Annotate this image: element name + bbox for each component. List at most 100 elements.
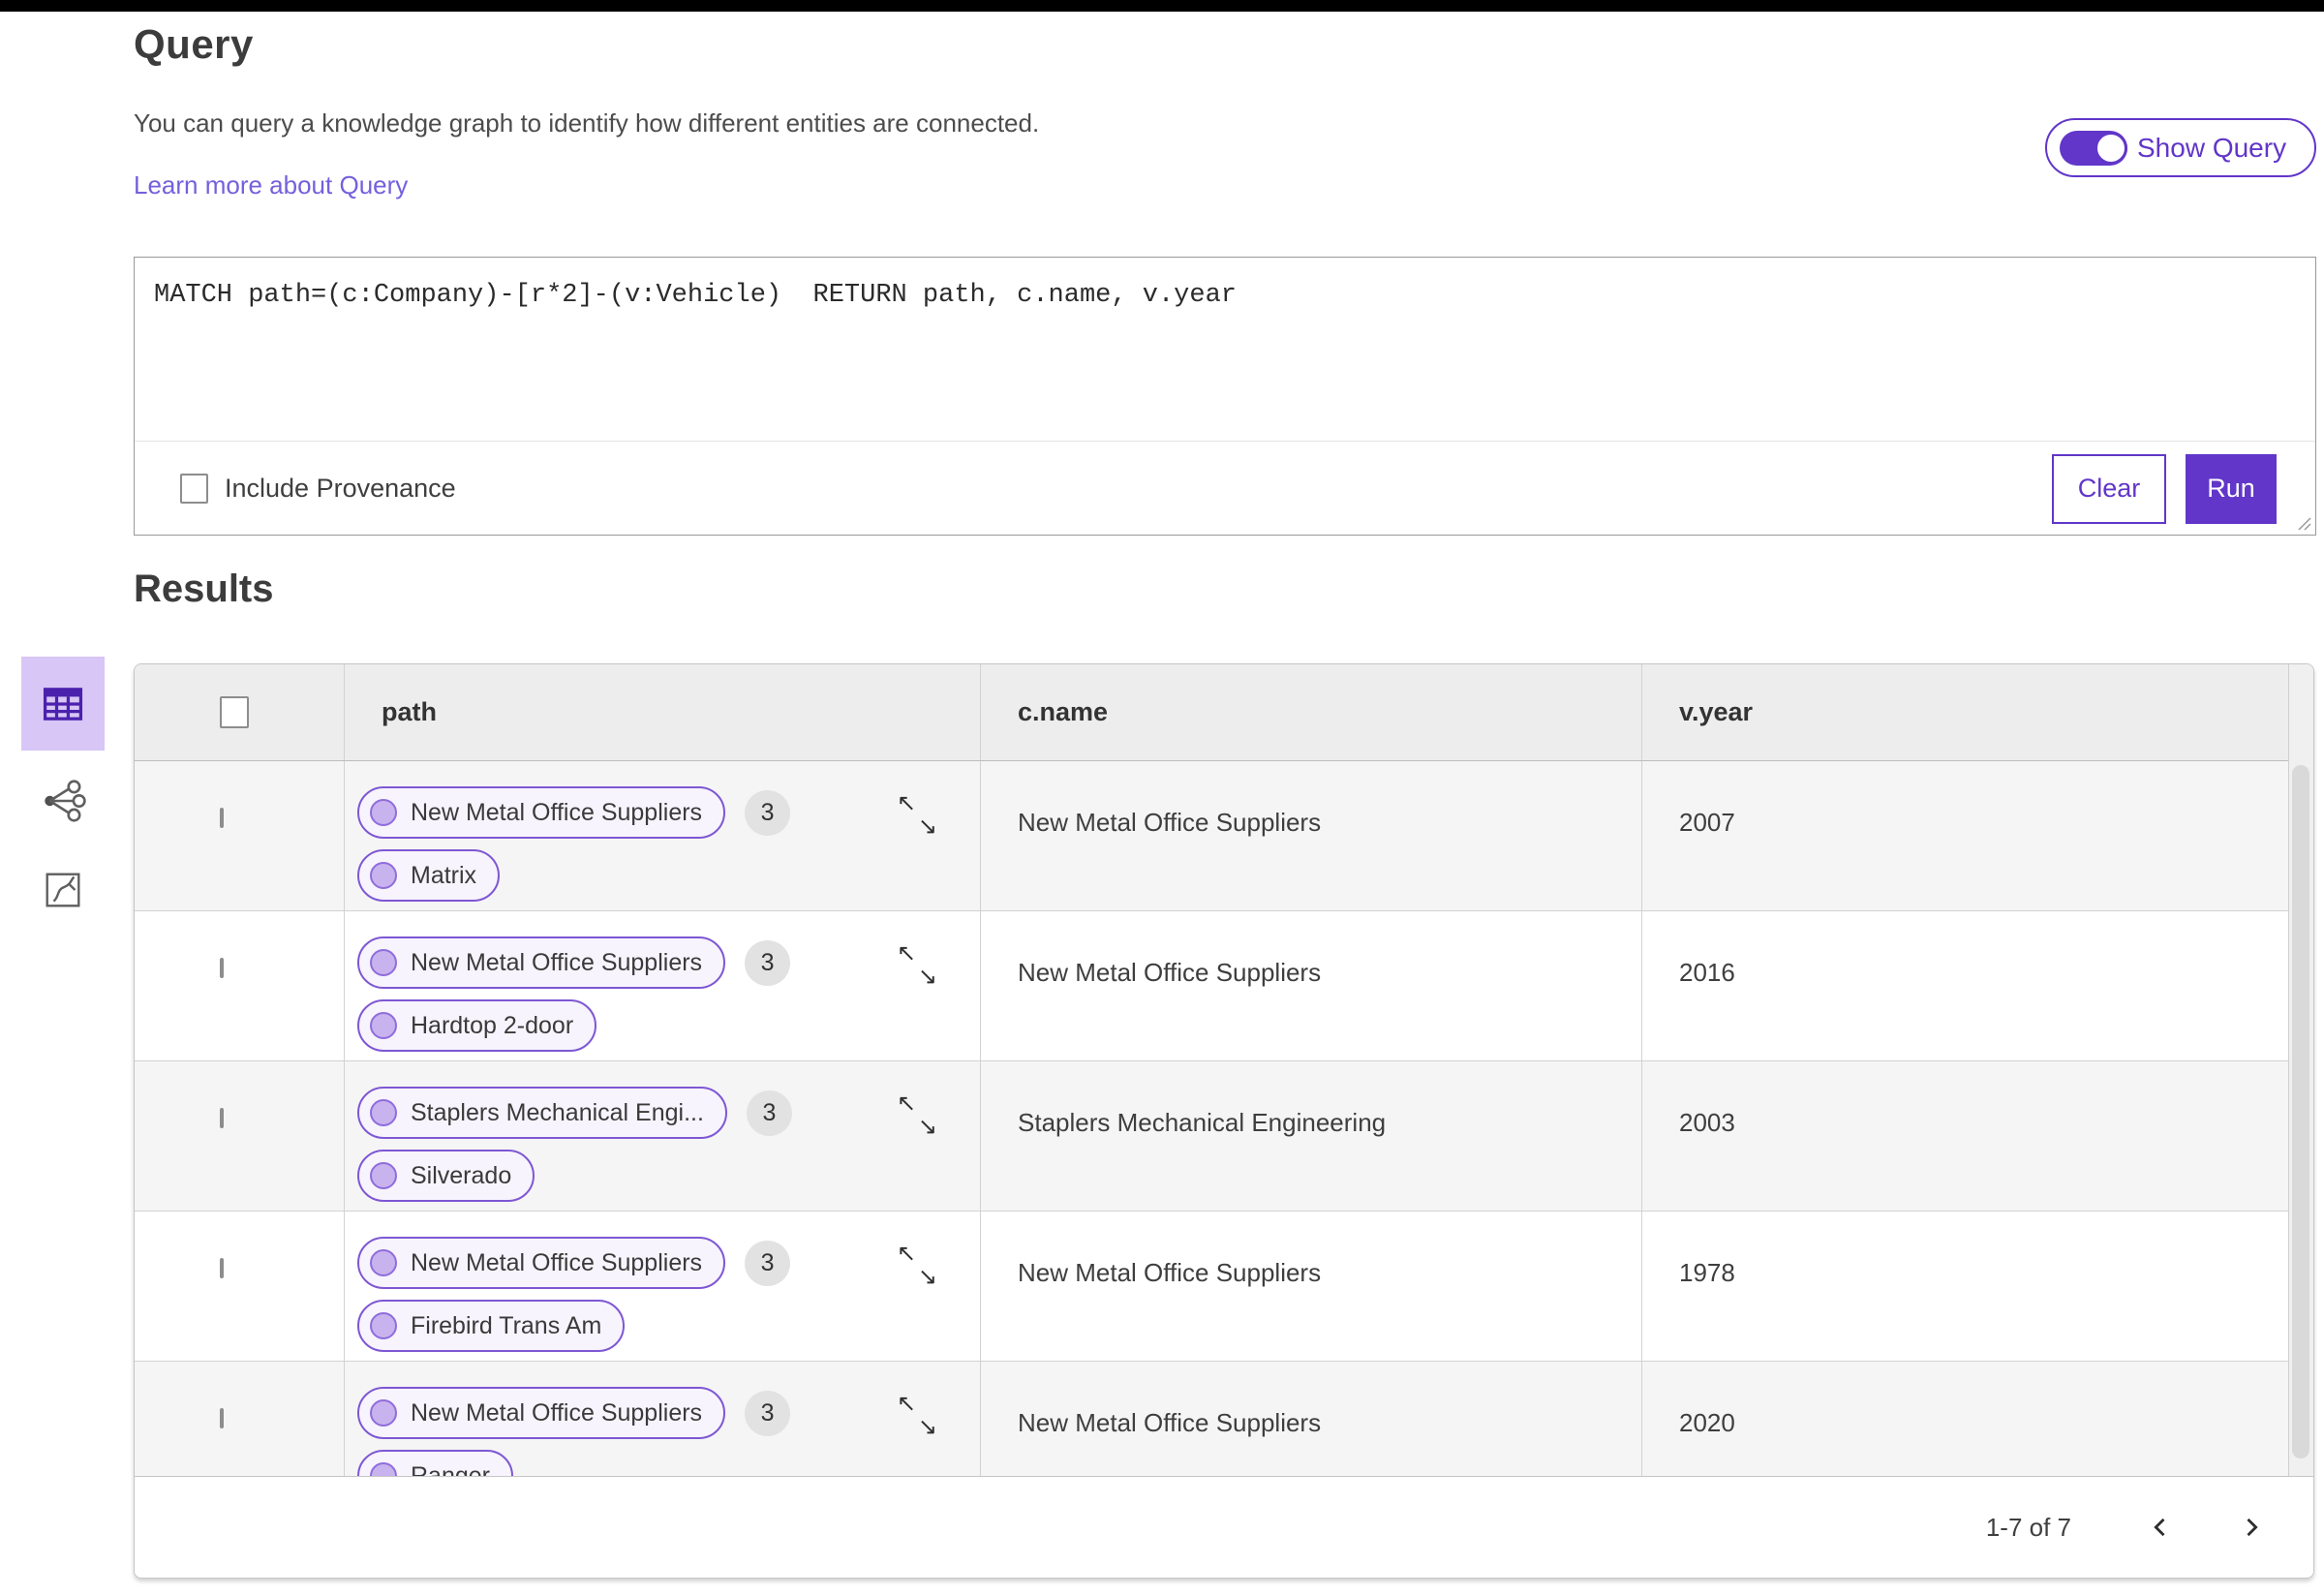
c-name-cell: New Metal Office Suppliers bbox=[981, 1212, 1642, 1361]
row-checkbox[interactable] bbox=[220, 958, 224, 978]
v-year-cell: 2007 bbox=[1679, 808, 1735, 837]
window-top-bar bbox=[0, 0, 2324, 12]
v-year-cell: 2020 bbox=[1679, 1408, 1735, 1437]
column-header-v-year: v.year bbox=[1679, 697, 1754, 726]
expand-path-icon[interactable]: ↖ ↘ bbox=[897, 1092, 939, 1141]
next-page-button[interactable] bbox=[2238, 1514, 2265, 1541]
expand-path-icon[interactable]: ↖ ↘ bbox=[897, 942, 939, 991]
row-select-cell bbox=[135, 1061, 345, 1211]
table-body: New Metal Office Suppliers 3 Matrix ↖ ↘ New M… bbox=[135, 761, 2313, 1478]
pagination-range: 1-7 of 7 bbox=[1985, 1512, 2071, 1542]
query-textarea[interactable]: MATCH path=(c:Company)-[r*2]-(v:Vehicle)… bbox=[135, 258, 2315, 442]
table-view-button[interactable] bbox=[21, 657, 105, 751]
node-pill-label: New Metal Office Suppliers bbox=[411, 798, 703, 826]
node-pill[interactable]: Firebird Trans Am bbox=[357, 1300, 626, 1352]
node-pill[interactable]: Staplers Mechanical Engi... bbox=[357, 1087, 727, 1139]
row-select-cell bbox=[135, 1212, 345, 1361]
show-query-toggle[interactable]: Show Query bbox=[2045, 118, 2316, 177]
path-first-line: New Metal Office Suppliers 3 bbox=[357, 786, 980, 839]
chevron-right-icon bbox=[2247, 1518, 2258, 1537]
include-provenance-option[interactable]: Include Provenance bbox=[180, 474, 456, 504]
show-query-label: Show Query bbox=[2137, 132, 2287, 163]
toggle-knob bbox=[2095, 131, 2127, 165]
arrow-up-left-icon: ↖ bbox=[897, 790, 917, 816]
query-footer: Include Provenance Clear Run bbox=[135, 442, 2315, 536]
node-circle-icon bbox=[370, 799, 397, 826]
c-name-cell: New Metal Office Suppliers bbox=[981, 1362, 1642, 1478]
node-circle-icon bbox=[370, 1162, 397, 1189]
expand-path-icon[interactable]: ↖ ↘ bbox=[897, 792, 939, 841]
table-row: New Metal Office Suppliers 3 Matrix ↖ ↘ New M… bbox=[135, 761, 2313, 911]
table-row: New Metal Office Suppliers 3 Ranger ↖ ↘ New M… bbox=[135, 1362, 2313, 1478]
path-first-line: New Metal Office Suppliers 3 bbox=[357, 1387, 980, 1439]
path-cell: New Metal Office Suppliers 3 Hardtop 2-doo… bbox=[345, 911, 981, 1060]
run-button[interactable]: Run bbox=[2186, 453, 2277, 524]
arrow-down-right-icon: ↘ bbox=[917, 813, 937, 840]
clear-button[interactable]: Clear bbox=[2052, 453, 2166, 524]
table-row: New Metal Office Suppliers 3 Firebird Tran… bbox=[135, 1212, 2313, 1362]
chart-view-button[interactable] bbox=[21, 851, 105, 929]
node-circle-icon bbox=[370, 862, 397, 889]
query-editor-card: MATCH path=(c:Company)-[r*2]-(v:Vehicle)… bbox=[134, 257, 2316, 536]
row-checkbox[interactable] bbox=[220, 1258, 224, 1278]
c-name-cell: New Metal Office Suppliers bbox=[981, 911, 1642, 1060]
path-cell: New Metal Office Suppliers 3 Matrix ↖ ↘ bbox=[345, 761, 981, 910]
table-scrollbar[interactable] bbox=[2288, 664, 2313, 1478]
arrow-down-right-icon: ↘ bbox=[917, 1114, 937, 1140]
path-count-badge: 3 bbox=[745, 1240, 791, 1286]
row-select-cell bbox=[135, 911, 345, 1060]
row-checkbox[interactable] bbox=[220, 808, 224, 828]
path-count-badge: 3 bbox=[745, 939, 791, 986]
v-year-cell: 2016 bbox=[1679, 958, 1735, 987]
graph-view-button[interactable] bbox=[21, 762, 105, 840]
path-count-badge: 3 bbox=[745, 1390, 791, 1436]
node-pill[interactable]: Hardtop 2-door bbox=[357, 999, 597, 1052]
expand-path-icon[interactable]: ↖ ↘ bbox=[897, 1393, 939, 1441]
column-header-c-name: c.name bbox=[981, 664, 1642, 760]
c-name-cell: New Metal Office Suppliers bbox=[981, 761, 1642, 910]
node-pill[interactable]: Ranger bbox=[357, 1450, 513, 1478]
path-cell: New Metal Office Suppliers 3 Firebird Tran… bbox=[345, 1212, 981, 1361]
node-circle-icon bbox=[370, 1012, 397, 1039]
node-circle-icon bbox=[370, 1249, 397, 1276]
row-checkbox[interactable] bbox=[220, 1108, 224, 1128]
row-select-cell bbox=[135, 761, 345, 910]
node-pill-label: Silverado bbox=[411, 1161, 512, 1189]
resize-handle-icon[interactable] bbox=[2291, 510, 2312, 532]
node-pill[interactable]: New Metal Office Suppliers bbox=[357, 1237, 726, 1289]
path-count-badge: 3 bbox=[745, 789, 791, 836]
arrow-down-right-icon: ↘ bbox=[917, 964, 937, 990]
node-pill[interactable]: New Metal Office Suppliers bbox=[357, 936, 726, 989]
arrow-up-left-icon: ↖ bbox=[897, 1241, 917, 1267]
node-circle-icon bbox=[370, 1099, 397, 1126]
arrow-up-left-icon: ↖ bbox=[897, 1391, 917, 1417]
row-checkbox[interactable] bbox=[220, 1408, 224, 1428]
path-first-line: New Metal Office Suppliers 3 bbox=[357, 1237, 980, 1289]
results-table-card: path c.name v.year New Metal Office Supp… bbox=[134, 663, 2314, 1579]
v-year-cell: 2003 bbox=[1679, 1108, 1735, 1137]
scrollbar-thumb[interactable] bbox=[2292, 765, 2309, 1458]
previous-page-button[interactable] bbox=[2147, 1514, 2174, 1541]
node-pill-label: Matrix bbox=[411, 861, 477, 889]
node-pill-label: New Metal Office Suppliers bbox=[411, 1248, 703, 1276]
arrow-up-left-icon: ↖ bbox=[897, 1090, 917, 1117]
path-count-badge: 3 bbox=[746, 1090, 792, 1136]
v-year-cell: 1978 bbox=[1679, 1258, 1735, 1287]
node-pill-label: Hardtop 2-door bbox=[411, 1011, 574, 1039]
node-circle-icon bbox=[370, 1312, 397, 1339]
toggle-switch-icon[interactable] bbox=[2060, 130, 2127, 166]
node-pill[interactable]: Matrix bbox=[357, 849, 501, 902]
include-provenance-checkbox[interactable] bbox=[180, 474, 208, 504]
node-pill-label: Firebird Trans Am bbox=[411, 1311, 602, 1339]
page-title: Query bbox=[134, 21, 254, 67]
expand-path-icon[interactable]: ↖ ↘ bbox=[897, 1243, 939, 1291]
select-all-checkbox[interactable] bbox=[220, 696, 249, 728]
page-description: You can query a knowledge graph to ident… bbox=[134, 108, 1040, 138]
node-pill[interactable]: New Metal Office Suppliers bbox=[357, 1387, 726, 1439]
node-pill[interactable]: New Metal Office Suppliers bbox=[357, 786, 726, 839]
learn-more-link[interactable]: Learn more about Query bbox=[134, 170, 408, 200]
chart-icon bbox=[46, 873, 80, 907]
node-pill[interactable]: Silverado bbox=[357, 1150, 535, 1202]
column-header-path: path bbox=[345, 664, 981, 760]
chevron-left-icon bbox=[2154, 1518, 2165, 1537]
